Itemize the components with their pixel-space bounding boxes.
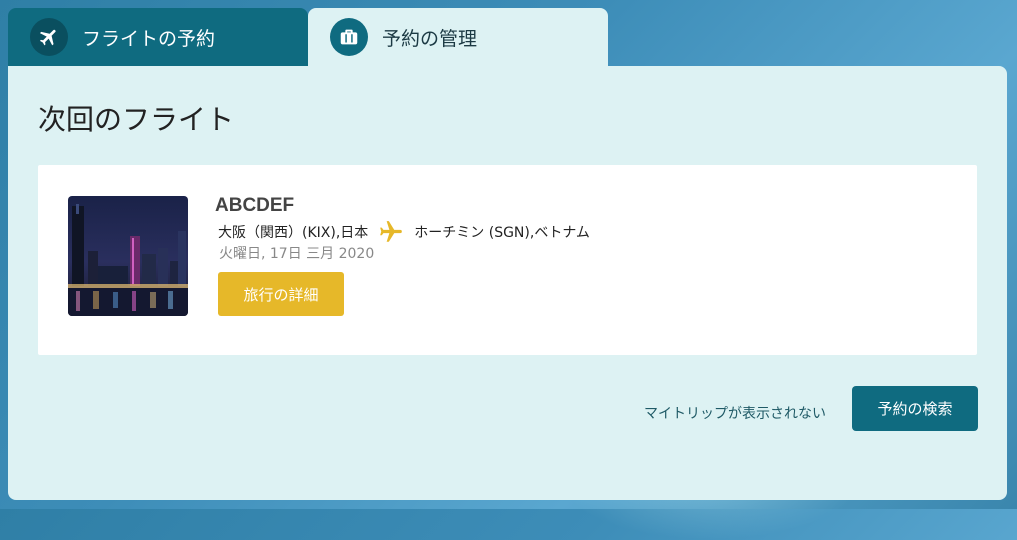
missing-trip-link[interactable]: マイトリップが表示されない xyxy=(644,403,826,423)
destination-airport: ホーチミン (SGN),ベトナム xyxy=(414,225,590,241)
flight-date: 火曜日, 17日 三月 2020 xyxy=(219,246,375,262)
destination-thumbnail xyxy=(68,196,188,316)
search-booking-button[interactable]: 予約の検索 xyxy=(852,386,978,431)
tab-label: 予約の管理 xyxy=(382,27,478,50)
origin-airport: 大阪（関西）(KIX),日本 xyxy=(218,225,369,241)
briefcase-icon xyxy=(330,18,368,56)
flight-route: 大阪（関西）(KIX),日本 ホーチミン (SGN),ベトナム xyxy=(218,219,590,245)
airplane-icon xyxy=(378,219,404,245)
tab-manage-booking[interactable]: 予約の管理 xyxy=(308,8,608,66)
page-title: 次回のフライト xyxy=(38,103,235,136)
tab-book-flight[interactable]: フライトの予約 xyxy=(8,8,308,66)
trip-details-button[interactable]: 旅行の詳細 xyxy=(218,272,344,316)
booking-reference: ABCDEF xyxy=(215,195,295,216)
airplane-icon xyxy=(30,18,68,56)
upcoming-flight-card: ABCDEF 大阪（関西）(KIX),日本 ホーチミン (SGN),ベトナム 火… xyxy=(38,165,977,355)
tab-label: フライトの予約 xyxy=(82,27,216,50)
manage-booking-panel: 次回のフライト ABCDEF 大阪（関西）(KIX),日本 ホーチミン (SGN… xyxy=(8,66,1007,500)
